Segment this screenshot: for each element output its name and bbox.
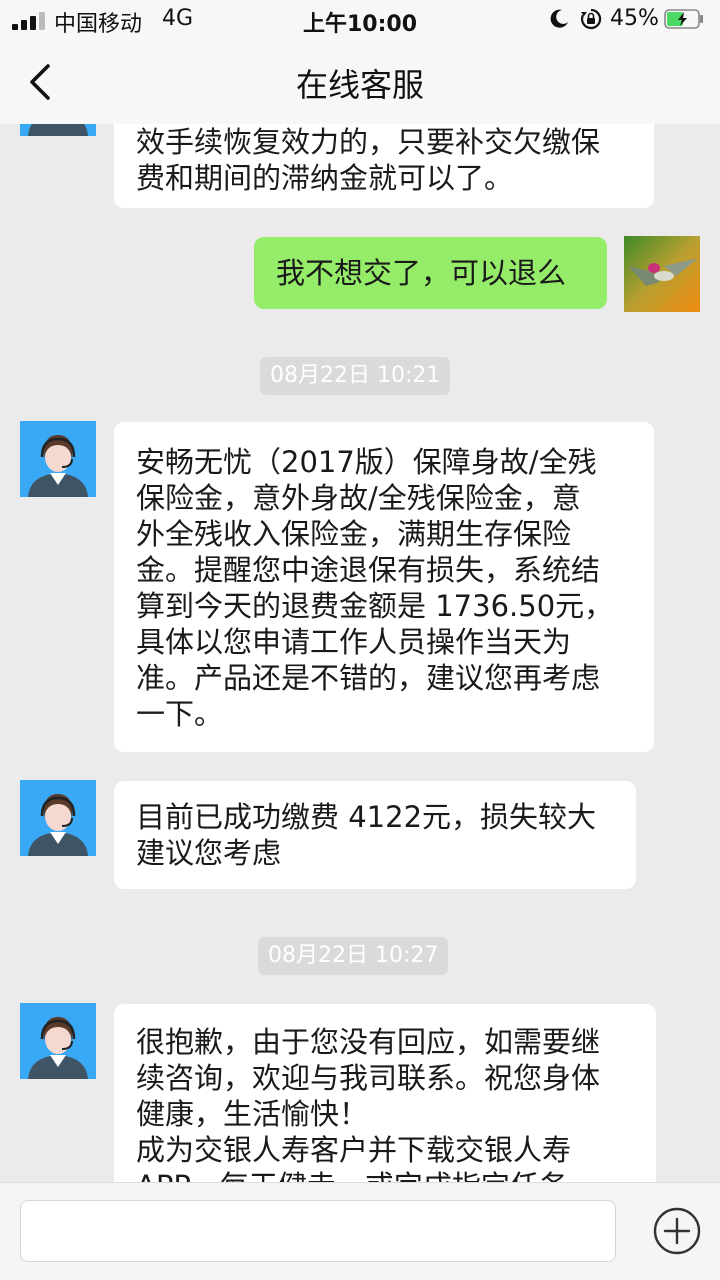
plus-circle-icon[interactable] — [652, 1206, 702, 1256]
chat-area[interactable]: 效手续恢复效力的，只要补交欠缴保 费和期间的滞纳金就可以了。 我不想交了，可以退… — [0, 124, 720, 1182]
input-bar — [0, 1182, 720, 1280]
agent-message-bubble: 很抱歉，由于您没有回应，如需要继 续咨询，欢迎与我司联系。祝您身体 健康，生活愉… — [114, 1004, 656, 1182]
user-avatar[interactable] — [624, 236, 700, 312]
user-message-bubble: 我不想交了，可以退么 — [254, 237, 607, 309]
agent-avatar[interactable] — [20, 124, 96, 136]
message-text: 我不想交了，可以退么 — [276, 256, 567, 290]
moon-icon — [550, 9, 568, 28]
nav-bar: 在线客服 — [0, 40, 720, 124]
timestamp: 08月22日 10:27 — [258, 937, 449, 975]
agent-avatar[interactable] — [20, 780, 96, 856]
agent-message-bubble: 安畅无忧（2017版）保障身故/全残 保险金，意外身故/全残保险金，意 外全残收… — [114, 422, 654, 752]
agent-message-bubble: 效手续恢复效力的，只要补交欠缴保 费和期间的滞纳金就可以了。 — [114, 124, 654, 208]
status-bar: 中国移动 4G 上午10:00 45% — [0, 0, 720, 40]
agent-avatar[interactable] — [20, 421, 96, 497]
message-text: 很抱歉，由于您没有回应，如需要继 续咨询，欢迎与我司联系。祝您身体 健康，生活愉… — [136, 1025, 601, 1182]
message-text: 效手续恢复效力的，只要补交欠缴保 费和期间的滞纳金就可以了。 — [136, 125, 601, 195]
agent-message-bubble: 目前已成功缴费 4122元，损失较大 建议您考虑 — [114, 781, 636, 889]
battery-percent: 45% — [610, 6, 659, 31]
message-text: 安畅无忧（2017版）保障身故/全残 保险金，意外身故/全残保险金，意 外全残收… — [136, 445, 614, 731]
agent-avatar[interactable] — [20, 1003, 96, 1079]
battery-icon — [664, 9, 703, 29]
message-input[interactable] — [20, 1200, 616, 1262]
rotation-lock-icon — [580, 8, 602, 30]
timestamp: 08月22日 10:21 — [260, 357, 451, 395]
page-title: 在线客服 — [295, 66, 424, 104]
message-text: 目前已成功缴费 4122元，损失较大 建议您考虑 — [136, 800, 597, 870]
